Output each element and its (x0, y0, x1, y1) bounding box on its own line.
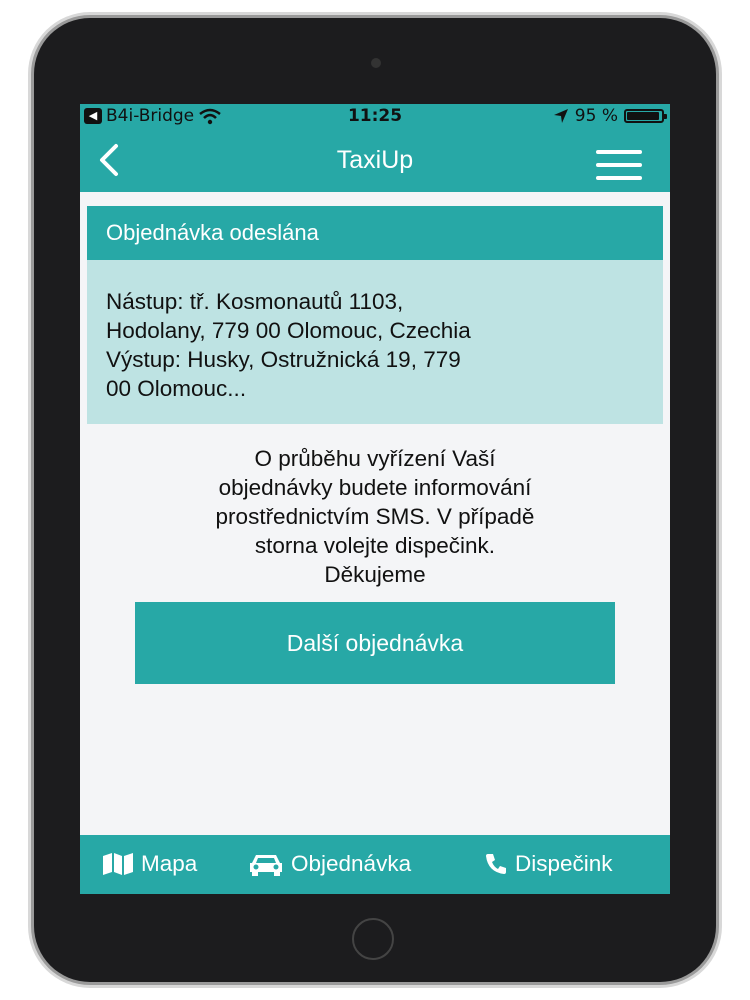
tab-bar: Mapa Objednávka Dispečink (80, 835, 670, 894)
tab-dispatch-label: Dispečink (515, 851, 613, 876)
status-bar: ◀ B4i-Bridge 11:25 95 % (80, 104, 670, 128)
status-right: 95 % (553, 106, 667, 126)
dropoff-line-1: Výstup: Husky, Ostružnická 19, 779 (106, 347, 461, 372)
info-line-4: storna volejte dispečink. (254, 533, 496, 558)
location-arrow-icon (553, 109, 568, 123)
phone-icon (486, 854, 506, 874)
info-line-2: objednávky budete informování (218, 475, 532, 500)
pickup-line-1: Nástup: tř. Kosmonautů 1103, (106, 289, 404, 314)
battery-fill (627, 112, 660, 120)
nav-title: TaxiUp (336, 146, 414, 174)
info-line-5: Děkujeme (324, 562, 426, 587)
home-button[interactable] (352, 918, 394, 960)
pickup-line-2: Hodolany, 779 00 Olomouc, Czechia (106, 318, 471, 343)
next-order-button[interactable]: Další objednávka (135, 602, 615, 684)
order-sent-header: Objednávka odeslána (87, 206, 663, 260)
battery-percent: 95 % (574, 106, 618, 126)
tab-order-label: Objednávka (291, 851, 412, 876)
order-details: Nástup: tř. Kosmonautů 1103, Hodolany, 7… (87, 260, 663, 424)
info-line-1: O průběhu vyřízení Vaší (254, 446, 496, 471)
tab-order[interactable]: Objednávka (248, 851, 411, 877)
info-line-3: prostřednictvím SMS. V případě (215, 504, 535, 529)
hamburger-menu-icon[interactable] (596, 150, 642, 180)
nav-bar: TaxiUp (80, 128, 670, 192)
app-screen: ◀ B4i-Bridge 11:25 95 % TaxiUp Objednávk… (80, 104, 670, 894)
tab-map-label: Mapa (141, 851, 198, 876)
car-icon (250, 855, 282, 876)
front-camera (371, 58, 381, 68)
tab-map[interactable]: Mapa (102, 851, 197, 877)
battery-icon (624, 109, 667, 123)
tab-dispatch[interactable]: Dispečink (484, 851, 613, 877)
dropoff-line-2: 00 Olomouc... (106, 376, 247, 401)
sms-info-text: O průběhu vyřízení Vaší objednávky budet… (120, 444, 630, 589)
map-icon (103, 853, 133, 875)
